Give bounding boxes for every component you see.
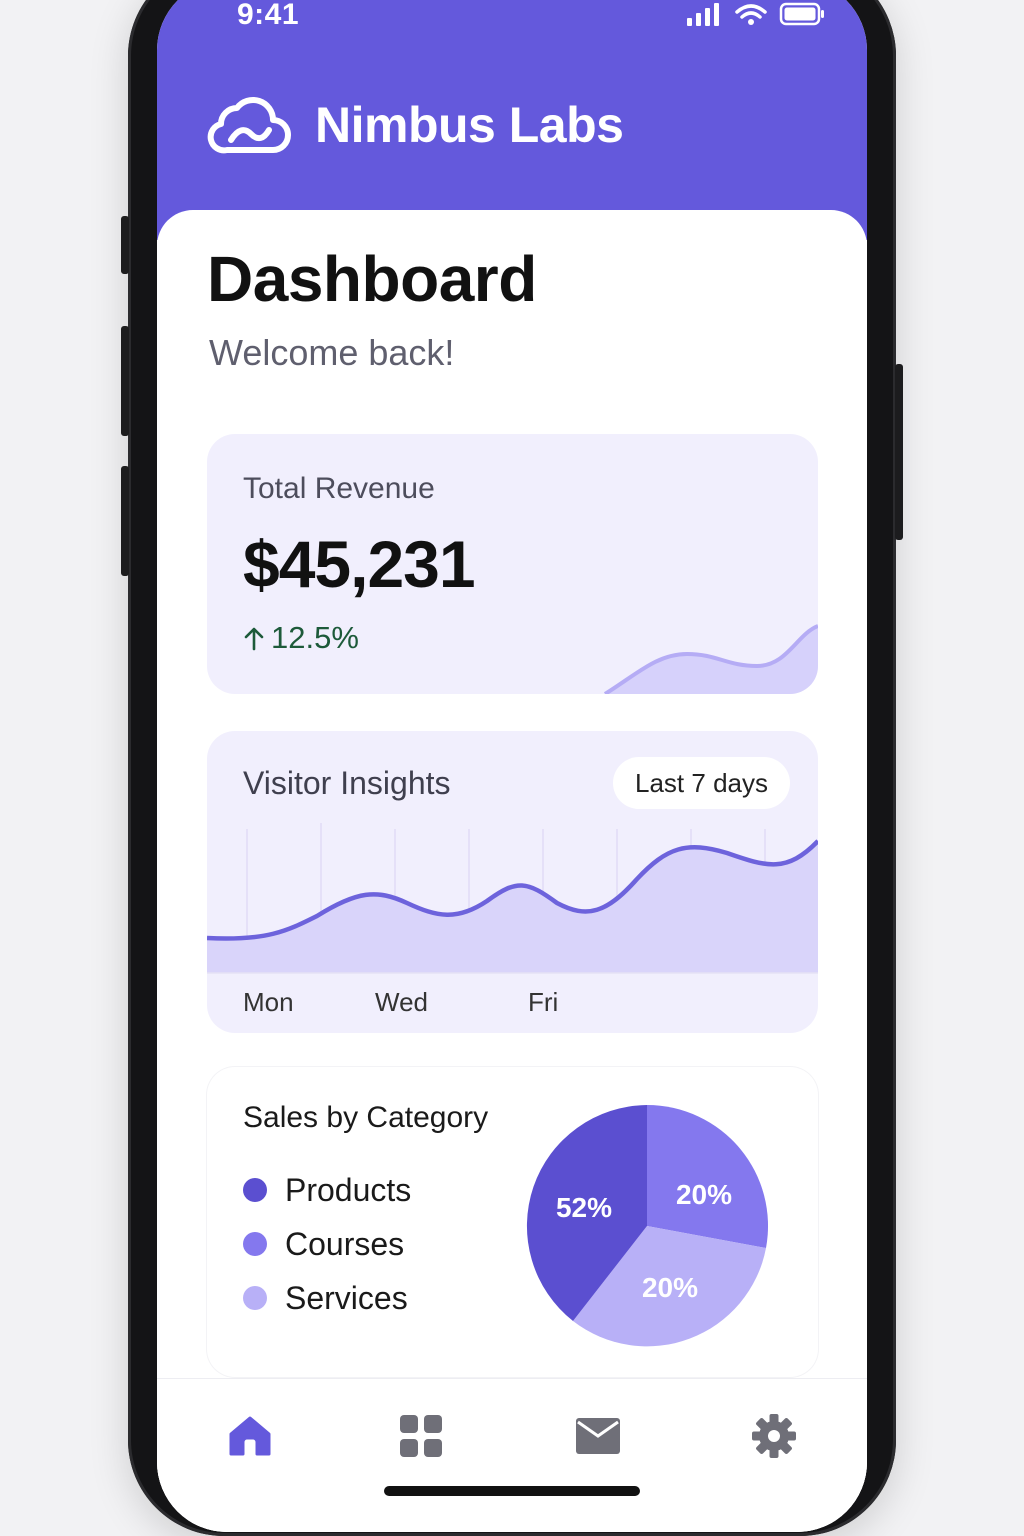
- brand-name: Nimbus Labs: [315, 97, 624, 153]
- pie-slice-courses: [647, 1105, 769, 1248]
- brand: Nimbus Labs: [207, 90, 624, 160]
- mute-switch: [121, 216, 129, 274]
- revenue-sparkline: [603, 624, 818, 694]
- pie-label-courses: 20%: [676, 1179, 732, 1210]
- status-time: 9:41: [237, 0, 300, 31]
- visitor-insights-card[interactable]: Visitor Insights Last 7 days Mon Wed Fri: [207, 731, 818, 1033]
- tab-dashboard[interactable]: [386, 1401, 456, 1471]
- tab-messages[interactable]: [563, 1401, 633, 1471]
- tab-home[interactable]: [215, 1401, 285, 1471]
- main-content: Dashboard Welcome back! Total Revenue $4…: [157, 210, 867, 1532]
- gear-icon: [752, 1414, 796, 1458]
- status-bar-icons: [687, 2, 824, 26]
- revenue-card[interactable]: Total Revenue $45,231 12.5%: [207, 434, 818, 694]
- pie-label-services: 20%: [642, 1272, 698, 1303]
- grid-icon: [400, 1415, 442, 1457]
- volume-up-button: [121, 326, 129, 436]
- x-label-mon: Mon: [243, 987, 294, 1017]
- sales-pie-chart: 52% 20% 20%: [526, 1105, 769, 1347]
- app-header: 9:41 Nimbus Labs: [157, 0, 867, 240]
- bottom-tab-bar: [157, 1378, 867, 1532]
- x-label-fri: Fri: [528, 987, 559, 1017]
- status-icons: [687, 0, 827, 30]
- page-subtitle: Welcome back!: [209, 332, 455, 373]
- cloud-logo-icon: [207, 97, 291, 154]
- visitor-chart: [207, 823, 818, 974]
- home-indicator[interactable]: [384, 1486, 640, 1496]
- power-button: [895, 364, 903, 540]
- home-icon: [229, 1416, 271, 1456]
- tab-settings[interactable]: [739, 1401, 809, 1471]
- sales-category-card[interactable]: Sales by Category Products Courses Servi…: [207, 1067, 818, 1377]
- volume-down-button: [121, 466, 129, 576]
- page-title: Dashboard: [207, 243, 537, 315]
- x-label-wed: Wed: [375, 987, 428, 1017]
- pie-label-products: 52%: [556, 1192, 612, 1223]
- screen: 9:41 Nimbus Labs Dashboard Welcome back!…: [157, 0, 867, 1532]
- mail-icon: [576, 1418, 620, 1454]
